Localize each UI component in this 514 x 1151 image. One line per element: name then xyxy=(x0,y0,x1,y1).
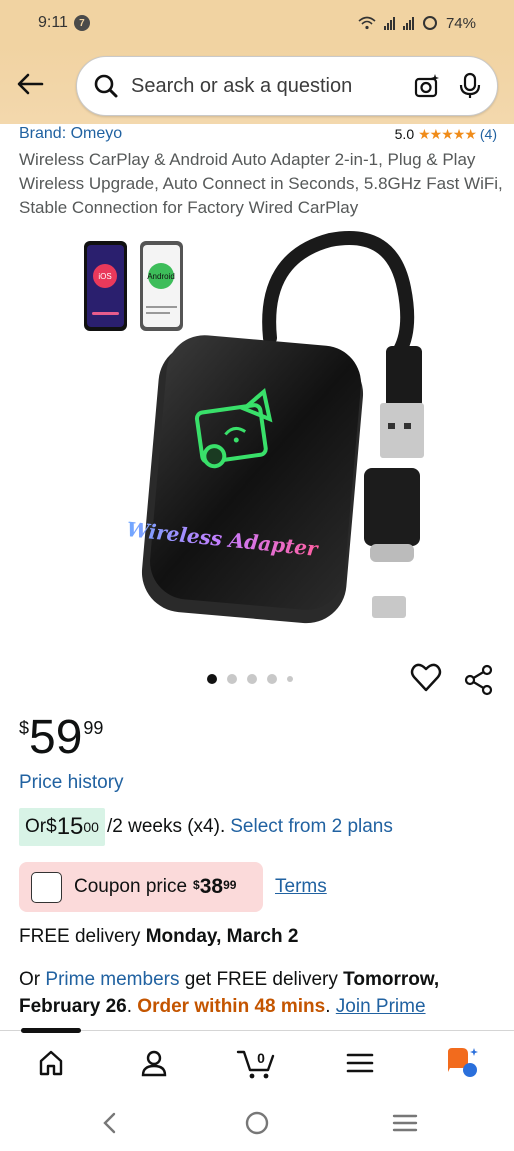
wifi-icon xyxy=(358,16,376,30)
carousel-dot[interactable] xyxy=(267,674,277,684)
coupon-checkbox[interactable] xyxy=(31,871,62,903)
coupon-box[interactable]: Coupon price $38 99 xyxy=(19,862,263,912)
delivery-date: Monday, March 2 xyxy=(145,926,299,947)
price-whole: 59 xyxy=(29,711,83,764)
brand-rating-row: Brand: Omeyo 5.0 ★★★★★ (4) xyxy=(19,124,497,144)
phone-ios-label: iOS xyxy=(98,272,111,281)
coupon-price-whole: 38 xyxy=(199,875,224,898)
prime-middle: get FREE delivery xyxy=(179,969,344,990)
signal-icon xyxy=(383,16,395,30)
installment-offer: Or $15 00 /2 weeks (x4). Select from 2 pl… xyxy=(19,808,393,846)
system-back-button[interactable] xyxy=(95,1108,125,1138)
price: $ 59 99 xyxy=(19,712,103,764)
nav-menu[interactable] xyxy=(342,1045,378,1081)
nav-account[interactable] xyxy=(136,1045,172,1081)
prime-separator: . xyxy=(126,996,138,1017)
cart-count: 0 xyxy=(257,1050,265,1066)
share-button[interactable] xyxy=(463,664,495,696)
price-history-link[interactable]: Price history xyxy=(19,772,124,794)
status-time-group: 9:11 7 xyxy=(38,14,90,32)
nav-rufus[interactable] xyxy=(444,1045,480,1081)
menu-icon xyxy=(346,1053,374,1073)
status-time: 9:11 xyxy=(38,14,68,31)
nav-home[interactable] xyxy=(33,1045,69,1081)
installment-fraction: 00 xyxy=(83,819,99,835)
prime-delivery-info: Or Prime members get FREE delivery Tomor… xyxy=(19,966,505,1020)
rating-value: 5.0 xyxy=(394,126,415,142)
microphone-icon[interactable] xyxy=(459,72,481,100)
system-home-button[interactable] xyxy=(242,1108,272,1138)
phone-ios-image: iOS xyxy=(84,241,127,331)
system-nav-bar xyxy=(0,1094,514,1151)
status-icons: 74% xyxy=(358,15,476,32)
adapter-body-image: Wireless Adapter xyxy=(126,335,364,624)
back-button[interactable] xyxy=(14,68,46,100)
usb-a-plug-image xyxy=(380,346,424,458)
usb-c-adapter-image xyxy=(364,468,420,618)
system-recents-button[interactable] xyxy=(390,1108,420,1138)
price-fraction: 99 xyxy=(83,718,104,738)
product-title: Wireless CarPlay & Android Auto Adapter … xyxy=(19,150,503,217)
header: Search or ask a question xyxy=(0,46,514,124)
carousel-dot[interactable] xyxy=(227,674,237,684)
active-tab-indicator xyxy=(21,1028,81,1033)
share-icon xyxy=(464,664,493,696)
chevron-left-icon xyxy=(103,1112,116,1134)
delivery-prefix: FREE delivery xyxy=(19,926,146,947)
wishlist-button[interactable] xyxy=(410,662,442,694)
star-rating-icon: ★★★★★ xyxy=(418,125,477,142)
rating-count: (4) xyxy=(479,126,497,142)
account-icon xyxy=(141,1050,167,1077)
coupon-price-symbol: $ xyxy=(193,878,200,892)
prime-prefix: Or xyxy=(19,969,46,990)
coupon-price-fraction: 99 xyxy=(223,878,237,892)
recents-icon xyxy=(392,1114,418,1132)
installment-whole: 15 xyxy=(56,813,84,840)
select-plans-link[interactable]: Select from 2 plans xyxy=(230,816,393,838)
signal-icon-2 xyxy=(402,16,414,30)
carousel-dot[interactable] xyxy=(207,674,217,684)
rating-summary[interactable]: 5.0 ★★★★★ (4) xyxy=(395,126,497,143)
product-image-graphic: iOS Android Wireless Adapter xyxy=(84,231,424,624)
installment-amount-pill: Or $15 00 xyxy=(19,808,105,846)
heart-icon xyxy=(410,663,442,692)
phone-android-label: Android xyxy=(147,272,175,281)
search-icon xyxy=(94,74,118,98)
status-bar: 9:11 7 74% xyxy=(0,0,514,46)
coupon-terms-link[interactable]: Terms xyxy=(275,876,327,898)
camera-search-icon[interactable] xyxy=(413,72,441,100)
home-icon xyxy=(39,1050,63,1076)
cart-icon: 0 xyxy=(236,1050,275,1079)
coupon-price: $38 99 xyxy=(193,875,236,899)
carousel-dot[interactable] xyxy=(287,676,293,682)
product-image[interactable]: iOS Android Wireless Adapter xyxy=(0,228,514,628)
rufus-icon xyxy=(448,1048,478,1077)
circle-home-icon xyxy=(245,1111,269,1135)
nav-cart[interactable]: 0 xyxy=(236,1045,276,1081)
phone-android-image: Android xyxy=(140,241,183,331)
prime-separator-2: . xyxy=(325,996,336,1017)
brand-link[interactable]: Brand: Omeyo xyxy=(19,125,122,143)
search-placeholder: Search or ask a question xyxy=(131,74,353,97)
bottom-nav: 0 xyxy=(0,1028,514,1094)
installment-symbol: $ xyxy=(46,816,57,837)
search-input[interactable]: Search or ask a question xyxy=(76,56,498,116)
back-arrow-icon xyxy=(17,73,44,95)
battery-percent: 74% xyxy=(445,14,476,32)
price-symbol: $ xyxy=(19,718,30,738)
order-within-countdown: Order within 48 mins xyxy=(137,996,326,1017)
installment-period: /2 weeks (x4). xyxy=(106,816,226,837)
search-actions xyxy=(413,72,481,100)
image-carousel-dots[interactable] xyxy=(207,674,293,684)
battery-icon xyxy=(422,16,437,30)
delivery-info: FREE delivery Monday, March 2 xyxy=(19,926,298,948)
carousel-dot[interactable] xyxy=(247,674,257,684)
prime-members-link[interactable]: Prime members xyxy=(45,969,179,990)
join-prime-link[interactable]: Join Prime xyxy=(336,996,426,1017)
installment-prefix: Or xyxy=(25,816,47,837)
notification-badge: 7 xyxy=(73,15,90,31)
coupon-label: Coupon price xyxy=(74,876,188,897)
